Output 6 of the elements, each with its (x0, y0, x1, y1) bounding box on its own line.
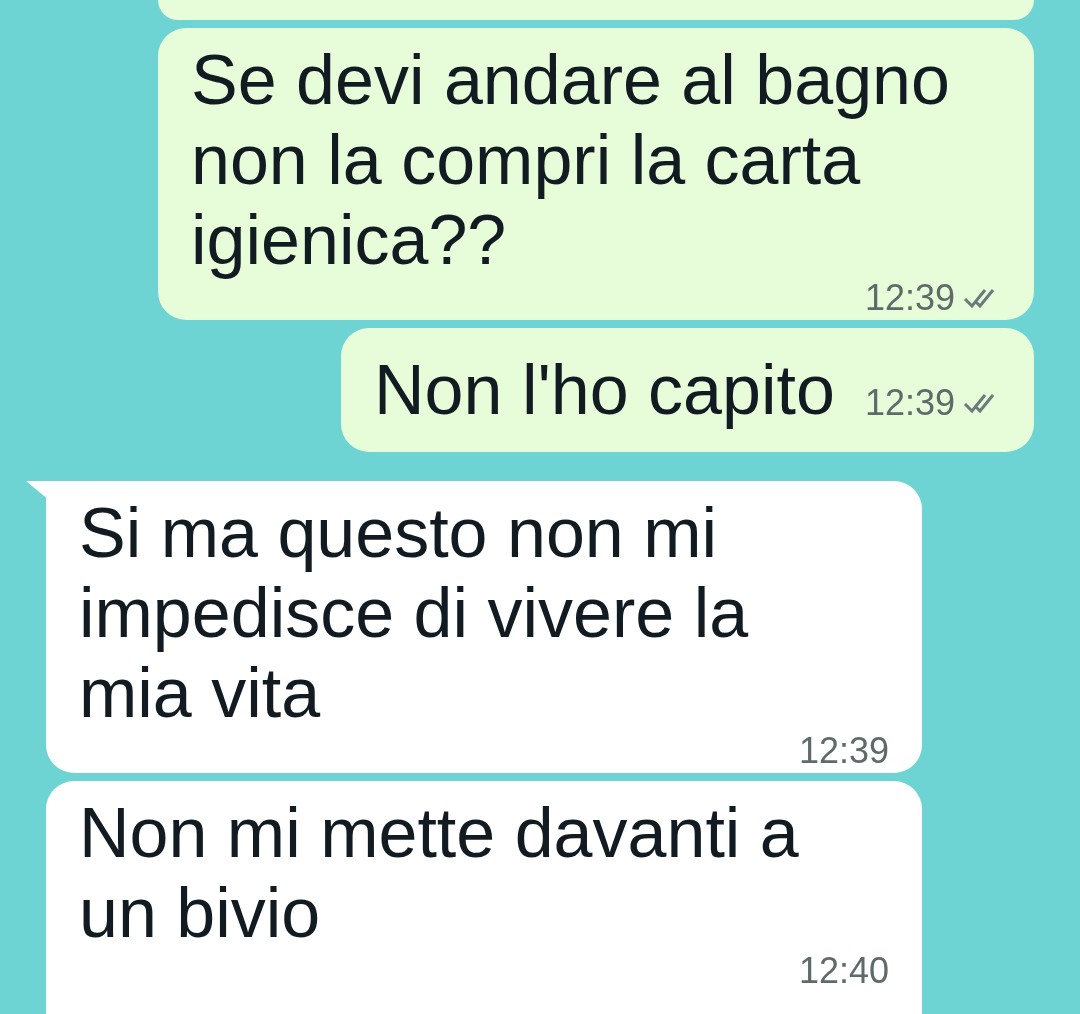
message-time: 12:39 (798, 729, 889, 773)
message-text: Si ma questo non mi impedisce di vivere la mia vita (79, 493, 750, 733)
message-time: 12:39 (864, 381, 955, 425)
message-text: Non l'ho capito (374, 350, 835, 431)
message-text: Non mi mette davanti a un bivio (79, 793, 800, 953)
message-time: 12:40 (798, 949, 889, 993)
